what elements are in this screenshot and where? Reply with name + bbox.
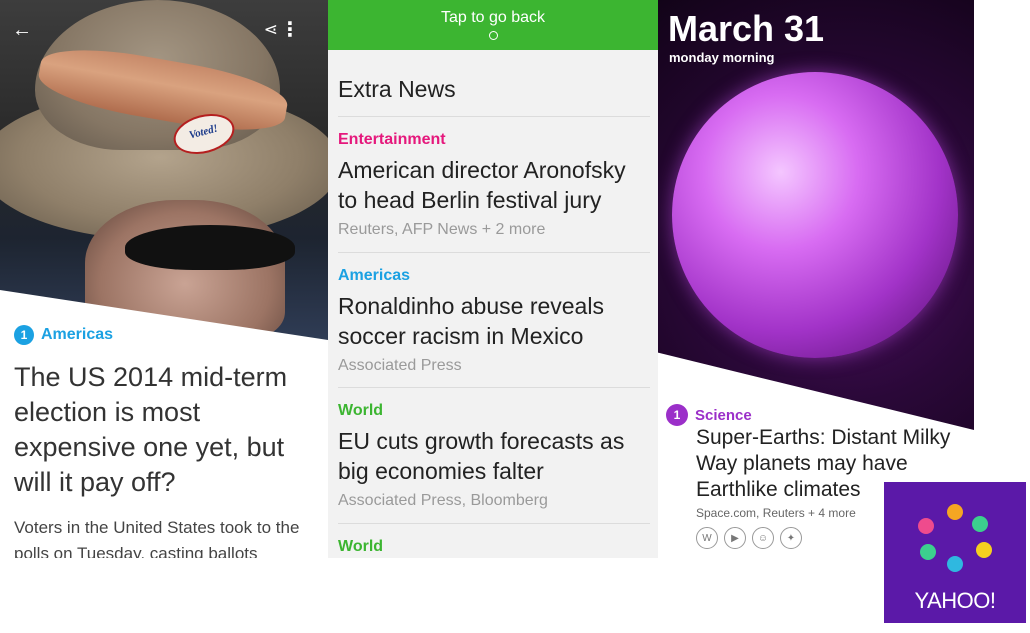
section-title: Extra News [338, 76, 456, 102]
news-item[interactable]: World EU cuts growth forecasts as big ec… [338, 387, 650, 510]
news-headline: Ronaldinho abuse reveals soccer racism i… [338, 293, 604, 349]
news-category: World [338, 402, 384, 419]
logo-dot [972, 516, 988, 532]
news-item[interactable]: World [338, 523, 650, 556]
news-headline: American director Aronofsky to head Berl… [338, 157, 626, 213]
share-icons-row: W ▶ ☺ ✦ [696, 527, 808, 549]
top-bar: ← ⋖ ⋮ [12, 18, 316, 42]
news-headline: EU cuts growth forecasts as big economie… [338, 428, 625, 484]
twitter-icon[interactable]: ✦ [780, 527, 802, 549]
story-panel-americas[interactable]: Voted! ← ⋖ ⋮ 1 Americas The US 2014 mid-… [0, 0, 328, 558]
tap-to-go-back-bar[interactable]: Tap to go back [328, 0, 658, 50]
share-icon[interactable]: ⋖ [264, 18, 278, 42]
back-arrow-icon[interactable]: ← [12, 18, 32, 42]
news-item[interactable]: Entertainment American director Aronofsk… [338, 116, 650, 239]
news-sources: Associated Press [338, 357, 462, 374]
extra-news-panel: Tap to go back Extra News Entertainment … [328, 0, 658, 558]
story-sources: Space.com, Reuters + 4 more [696, 506, 856, 520]
hero-photo: Voted! [0, 0, 328, 340]
wikipedia-icon[interactable]: W [696, 527, 718, 549]
more-vertical-icon[interactable]: ⋮ [280, 18, 300, 42]
sunglasses [125, 225, 295, 270]
logo-dot [947, 556, 963, 572]
logo-dot [920, 544, 936, 560]
story-summary: Voters in the United States took to the … [14, 518, 300, 558]
number-badge: 1 [666, 404, 688, 426]
planet-image [672, 72, 958, 358]
video-icon[interactable]: ▶ [724, 527, 746, 549]
daypart-label: monday morning [669, 50, 775, 65]
logo-dot [947, 504, 963, 520]
yahoo-logo: YAHOO! [884, 482, 1026, 623]
photos-icon[interactable]: ☺ [752, 527, 774, 549]
logo-dot [918, 518, 934, 534]
category-row: 1 Science [666, 404, 752, 426]
news-category: World [338, 538, 384, 555]
tap-back-label: Tap to go back [440, 9, 546, 26]
news-category: Entertainment [338, 131, 446, 148]
category-row: 1 Americas [14, 324, 113, 346]
category-label[interactable]: Americas [41, 326, 113, 344]
target-dot-icon [488, 31, 498, 40]
news-sources: Associated Press, Bloomberg [338, 492, 548, 509]
news-category: Americas [338, 267, 411, 284]
story-headline[interactable]: The US 2014 mid-term election is most ex… [14, 360, 314, 500]
yahoo-wordmark: YAHOO! [914, 588, 996, 613]
category-label[interactable]: Science [695, 407, 752, 424]
news-sources: Reuters, AFP News + 2 more [338, 221, 546, 238]
logo-dot [976, 542, 992, 558]
number-badge: 1 [14, 325, 34, 345]
date-heading: March 31 [668, 8, 825, 49]
news-item[interactable]: Americas Ronaldinho abuse reveals soccer… [338, 252, 650, 375]
story-panel-science[interactable]: March 31 monday morning 1 Science Super-… [658, 0, 974, 558]
